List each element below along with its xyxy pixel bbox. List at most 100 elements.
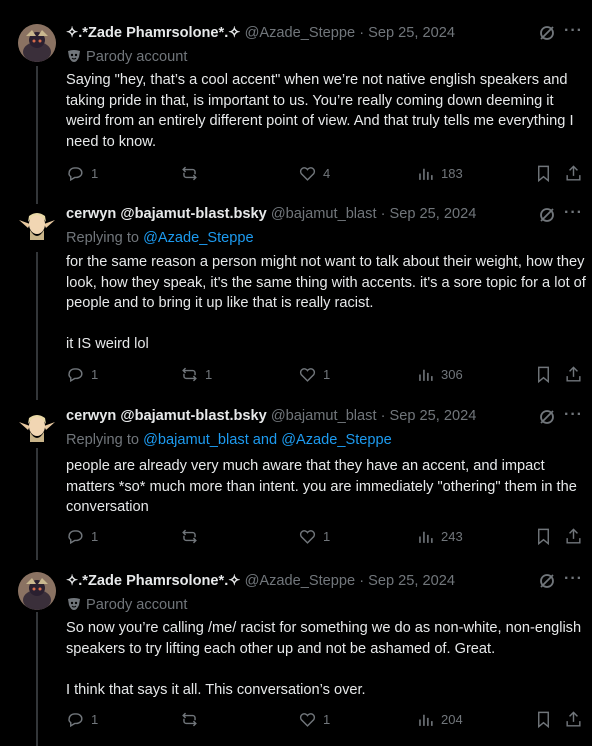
repost-button[interactable] xyxy=(180,710,205,729)
more-options-button[interactable]: ··· xyxy=(564,204,583,222)
views-count: 204 xyxy=(441,712,463,727)
display-name[interactable]: ✧.*Zade Phamrsolone*.✧ xyxy=(66,573,241,589)
tweet-header: cerwyn @bajamut-blast.bsky @bajamut_blas… xyxy=(66,206,477,222)
repost-button[interactable]: 1 xyxy=(180,365,212,384)
avatar[interactable] xyxy=(18,408,56,446)
bookmark-button[interactable] xyxy=(534,365,553,384)
handle[interactable]: @bajamut_blast xyxy=(271,408,377,424)
repost-icon xyxy=(182,712,197,727)
timestamp[interactable]: Sep 25, 2024 xyxy=(390,206,477,222)
reply-button[interactable]: 1 xyxy=(66,710,98,729)
like-count: 1 xyxy=(323,529,331,544)
views-icon xyxy=(419,531,433,543)
repost-icon xyxy=(182,166,197,181)
views-count: 243 xyxy=(441,529,463,544)
avatar[interactable] xyxy=(18,572,56,610)
handle[interactable]: @Azade_Steppe xyxy=(245,573,356,589)
views-icon xyxy=(419,369,433,381)
heart-icon xyxy=(299,368,316,382)
reply-icon xyxy=(68,167,83,182)
mention-link[interactable]: @bajamut_blast and @Azade_Steppe xyxy=(143,432,392,448)
avatar[interactable] xyxy=(18,24,56,62)
mention-link[interactable]: @Azade_Steppe xyxy=(143,230,254,246)
like-count: 1 xyxy=(323,712,331,727)
reply-button[interactable]: 1 xyxy=(66,164,98,183)
more-options-button[interactable]: ··· xyxy=(564,22,583,40)
timestamp[interactable]: Sep 25, 2024 xyxy=(368,25,455,41)
views-button[interactable]: 204 xyxy=(416,710,463,729)
grok-icon[interactable] xyxy=(538,572,556,590)
share-icon xyxy=(566,528,581,544)
like-button[interactable]: 1 xyxy=(298,710,330,729)
parody-mask-icon xyxy=(68,598,80,610)
parody-mask-icon xyxy=(68,50,80,62)
reply-count: 1 xyxy=(91,529,99,544)
tweet-text: So now you’re calling /me/ racist for so… xyxy=(66,620,582,698)
heart-icon xyxy=(299,167,316,181)
like-button[interactable]: 1 xyxy=(298,527,330,546)
avatar[interactable] xyxy=(18,206,56,244)
views-button[interactable]: 243 xyxy=(416,527,463,546)
repost-button[interactable] xyxy=(180,527,205,546)
reply-button[interactable]: 1 xyxy=(66,365,98,384)
display-name[interactable]: cerwyn @bajamut-blast.bsky xyxy=(66,408,267,424)
repost-count: 1 xyxy=(205,367,213,382)
reply-count: 1 xyxy=(91,166,99,181)
reply-icon xyxy=(68,368,83,383)
timestamp[interactable]: Sep 25, 2024 xyxy=(368,573,455,589)
tweet-header: ✧.*Zade Phamrsolone*.✧ @Azade_Steppe · S… xyxy=(66,573,455,589)
like-button[interactable]: 4 xyxy=(298,164,330,183)
share-button[interactable] xyxy=(564,164,583,183)
tweet-text: Saying "hey, that’s a cool accent" when … xyxy=(66,72,574,150)
views-button[interactable]: 183 xyxy=(416,164,463,183)
share-icon xyxy=(566,165,581,181)
timestamp[interactable]: Sep 25, 2024 xyxy=(390,408,477,424)
repost-icon xyxy=(182,529,197,544)
tweet-text: people are already very much aware that … xyxy=(66,458,577,516)
grok-icon[interactable] xyxy=(538,408,556,426)
display-name[interactable]: ✧.*Zade Phamrsolone*.✧ xyxy=(66,25,241,41)
share-button[interactable] xyxy=(564,365,583,384)
display-name[interactable]: cerwyn @bajamut-blast.bsky xyxy=(66,206,267,222)
share-icon xyxy=(566,366,581,382)
tweet[interactable]: ✧.*Zade Phamrsolone*.✧ @Azade_Steppe · S… xyxy=(0,556,592,746)
tweet-text: for the same reason a person might not w… xyxy=(66,254,586,353)
action-bar: 1 4 183 xyxy=(0,164,592,184)
bookmark-button[interactable] xyxy=(534,527,553,546)
share-button[interactable] xyxy=(564,710,583,729)
share-button[interactable] xyxy=(564,527,583,546)
repost-button[interactable] xyxy=(180,164,205,183)
share-icon xyxy=(566,711,581,727)
more-options-button[interactable]: ··· xyxy=(564,570,583,588)
grok-icon[interactable] xyxy=(538,24,556,42)
bookmark-icon xyxy=(538,528,549,546)
handle[interactable]: @bajamut_blast xyxy=(271,206,377,222)
heart-icon xyxy=(299,530,316,544)
bookmark-icon xyxy=(538,711,549,729)
views-button[interactable]: 306 xyxy=(416,365,463,384)
parody-label: Parody account xyxy=(66,48,187,65)
reply-icon xyxy=(68,530,83,545)
reply-button[interactable]: 1 xyxy=(66,527,98,546)
handle[interactable]: @Azade_Steppe xyxy=(245,25,356,41)
tweet[interactable]: ✧.*Zade Phamrsolone*.✧ @Azade_Steppe · S… xyxy=(0,0,592,190)
like-count: 4 xyxy=(323,166,331,181)
action-bar: 1 1 204 xyxy=(0,710,592,730)
action-bar: 1 1 243 xyxy=(0,527,592,547)
replying-to: Replying to @bajamut_blast and @Azade_St… xyxy=(66,432,392,448)
like-count: 1 xyxy=(323,367,331,382)
replying-to: Replying to @Azade_Steppe xyxy=(66,230,254,246)
tweet[interactable]: cerwyn @bajamut-blast.bsky @bajamut_blas… xyxy=(0,392,592,556)
reply-count: 1 xyxy=(91,712,99,727)
repost-icon xyxy=(182,367,197,382)
like-button[interactable]: 1 xyxy=(298,365,330,384)
reply-icon xyxy=(68,713,83,728)
bookmark-button[interactable] xyxy=(534,710,553,729)
parody-label: Parody account xyxy=(66,596,187,613)
action-bar: 1 1 1 306 xyxy=(0,365,592,385)
more-options-button[interactable]: ··· xyxy=(564,406,583,424)
views-icon xyxy=(419,714,433,726)
grok-icon[interactable] xyxy=(538,206,556,224)
tweet[interactable]: cerwyn @bajamut-blast.bsky @bajamut_blas… xyxy=(0,190,592,392)
bookmark-button[interactable] xyxy=(534,164,553,183)
